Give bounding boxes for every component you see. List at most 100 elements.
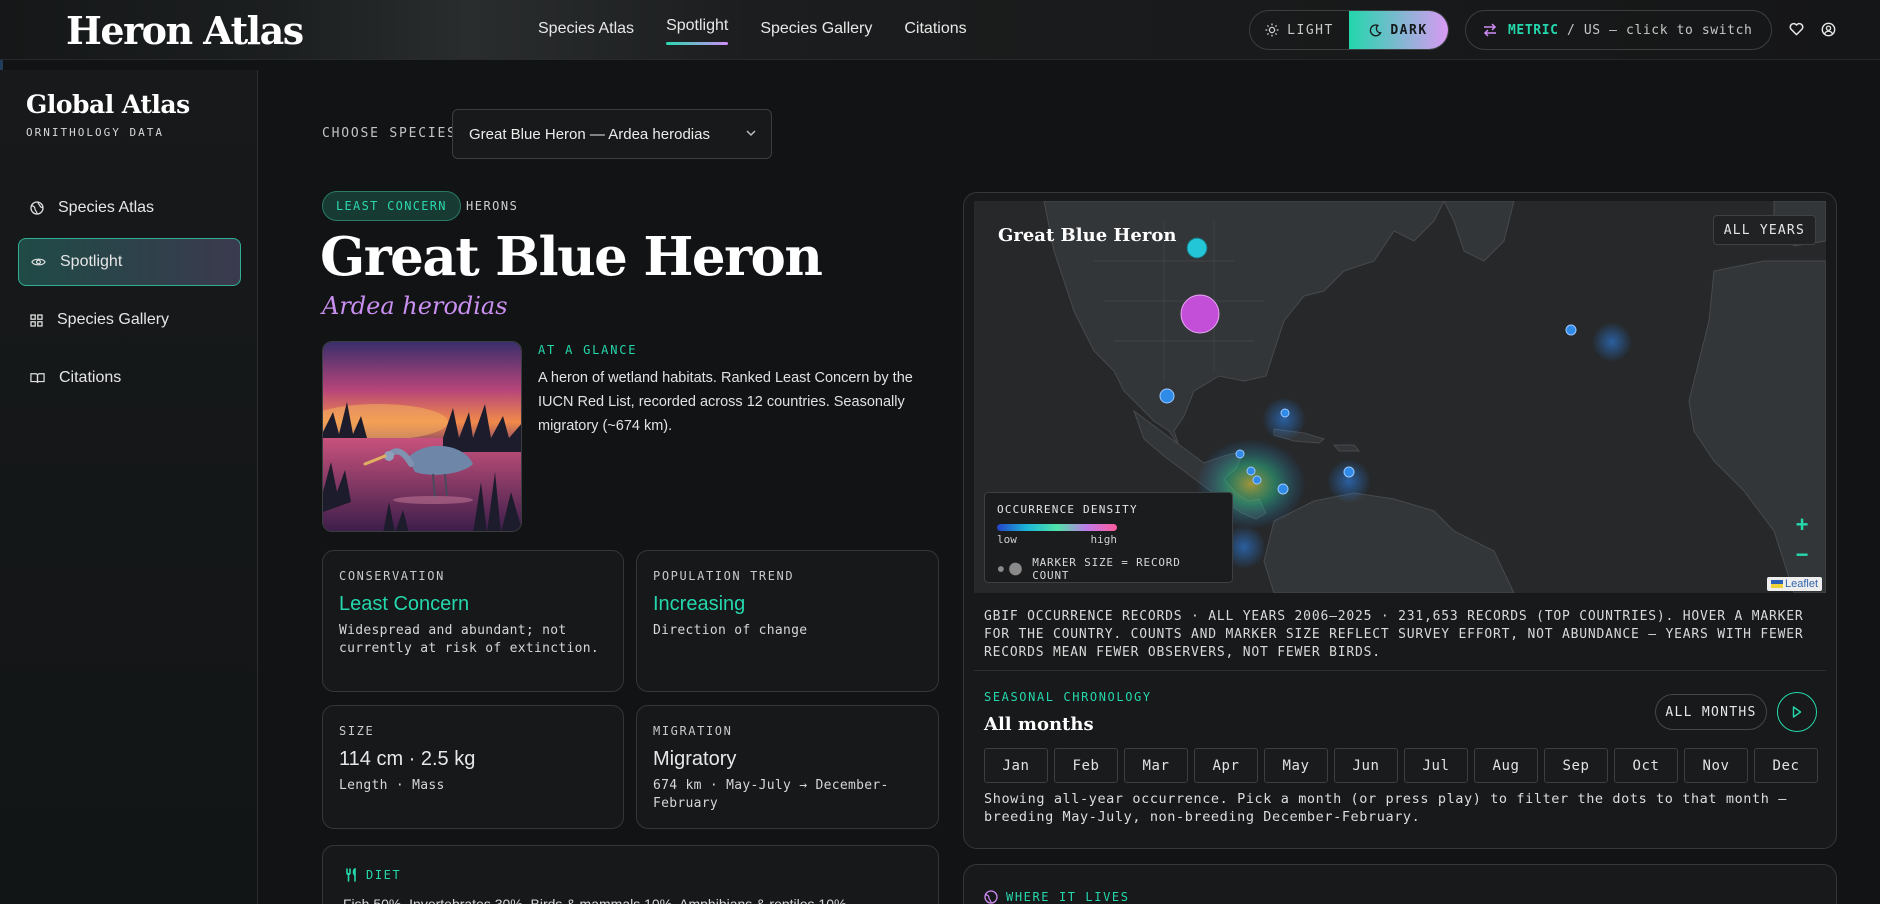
card-value: Migratory bbox=[653, 748, 737, 770]
legend-marker-size: MARKER SIZE = RECORD COUNT bbox=[997, 556, 1220, 582]
map-marker[interactable] bbox=[1186, 237, 1208, 259]
units-toggle[interactable]: METRIC / US — click to switch bbox=[1465, 10, 1772, 50]
card-value: Least Concern bbox=[339, 593, 470, 615]
map-panel: Great Blue Heron ALL YEARS OCCURRENCE DE… bbox=[963, 192, 1837, 849]
zoom-in-button[interactable]: + bbox=[1788, 511, 1816, 539]
play-icon bbox=[1792, 706, 1802, 718]
sidebar-subtitle: ORNITHOLOGY DATA bbox=[26, 126, 164, 139]
where-it-lives-panel: WHERE IT LIVES bbox=[963, 864, 1837, 904]
map-marker[interactable] bbox=[1277, 483, 1289, 495]
book-icon bbox=[30, 373, 45, 383]
grid-icon bbox=[30, 313, 43, 327]
legend-low: low bbox=[997, 533, 1017, 546]
sidebar: Global Atlas ORNITHOLOGY DATA Species At… bbox=[0, 70, 258, 904]
month-feb[interactable]: Feb bbox=[1054, 748, 1118, 783]
heron-image bbox=[323, 342, 521, 531]
theme-light-option[interactable]: LIGHT bbox=[1250, 11, 1349, 49]
map-marker[interactable] bbox=[1246, 466, 1256, 476]
all-months-button[interactable]: ALL MONTHS bbox=[1655, 694, 1767, 730]
map-caption: GBIF OCCURRENCE RECORDS · ALL YEARS 2006… bbox=[984, 609, 1804, 660]
sidebar-item-species-gallery[interactable]: Species Gallery bbox=[18, 296, 241, 344]
leaflet-attribution[interactable]: Leaflet bbox=[1766, 577, 1822, 591]
section-divider bbox=[974, 670, 1826, 671]
sidebar-item-citations[interactable]: Citations bbox=[18, 354, 241, 402]
account-button[interactable] bbox=[1818, 19, 1838, 39]
eye-icon bbox=[31, 258, 46, 266]
user-icon bbox=[1821, 22, 1835, 36]
species-photo bbox=[322, 341, 522, 532]
conservation-status-badge: LEAST CONCERN bbox=[322, 191, 461, 221]
sidebar-item-label: Species Gallery bbox=[57, 311, 170, 328]
month-aug[interactable]: Aug bbox=[1474, 748, 1538, 783]
globe-icon bbox=[984, 890, 998, 904]
occurrence-map[interactable]: Great Blue Heron ALL YEARS OCCURRENCE DE… bbox=[974, 201, 1826, 593]
units-hint: — click to switch bbox=[1609, 22, 1753, 38]
favorites-button[interactable] bbox=[1786, 19, 1806, 39]
theme-light-label: LIGHT bbox=[1287, 22, 1334, 38]
map-marker[interactable] bbox=[1180, 294, 1220, 334]
at-a-glance-label: AT A GLANCE bbox=[538, 343, 638, 357]
month-apr[interactable]: Apr bbox=[1194, 748, 1258, 783]
all-years-button[interactable]: ALL YEARS bbox=[1712, 215, 1816, 245]
legend-marker-text: MARKER SIZE = RECORD COUNT bbox=[1032, 556, 1181, 582]
month-nov[interactable]: Nov bbox=[1684, 748, 1748, 783]
top-bar: Heron Atlas Species Atlas Spotlight Spec… bbox=[0, 0, 1880, 60]
conservation-card: CONSERVATION Least Concern Widespread an… bbox=[322, 550, 624, 692]
sidebar-item-label: Citations bbox=[59, 369, 122, 386]
diet-label-text: DIET bbox=[366, 868, 402, 882]
play-button[interactable] bbox=[1777, 692, 1817, 732]
sun-icon bbox=[1265, 23, 1279, 37]
choose-species-label: CHOOSE SPECIES bbox=[322, 126, 457, 141]
legend-title: OCCURRENCE DENSITY bbox=[997, 503, 1138, 516]
map-marker[interactable] bbox=[1565, 324, 1577, 336]
where-it-lives-label: WHERE IT LIVES bbox=[984, 890, 1130, 904]
diet-label: DIET bbox=[345, 868, 401, 882]
units-separator: / bbox=[1567, 22, 1576, 38]
swap-icon bbox=[1483, 23, 1497, 37]
month-jan[interactable]: Jan bbox=[984, 748, 1048, 783]
species-select[interactable]: Great Blue Heron — Ardea herodias bbox=[452, 109, 772, 159]
card-description: Length · Mass bbox=[339, 778, 445, 793]
map-title: Great Blue Heron bbox=[998, 225, 1177, 246]
month-oct[interactable]: Oct bbox=[1614, 748, 1678, 783]
species-scientific-name: Ardea herodias bbox=[322, 292, 508, 320]
month-may[interactable]: May bbox=[1264, 748, 1328, 783]
sidebar-item-spotlight[interactable]: Spotlight bbox=[18, 238, 241, 286]
topnav-citations[interactable]: Citations bbox=[904, 0, 966, 60]
brand-logo[interactable]: Heron Atlas bbox=[66, 8, 304, 53]
month-mar[interactable]: Mar bbox=[1124, 748, 1188, 783]
map-marker[interactable] bbox=[1343, 466, 1355, 478]
topnav-spotlight[interactable]: Spotlight bbox=[666, 0, 729, 60]
zoom-controls: + − bbox=[1788, 511, 1816, 569]
theme-dark-option[interactable]: DARK bbox=[1349, 11, 1448, 49]
topnav-species-atlas[interactable]: Species Atlas bbox=[538, 0, 634, 60]
where-it-lives-text: WHERE IT LIVES bbox=[1006, 890, 1130, 904]
card-label: SIZE bbox=[339, 724, 375, 738]
sidebar-item-species-atlas[interactable]: Species Atlas bbox=[18, 184, 241, 232]
topnav-species-gallery[interactable]: Species Gallery bbox=[760, 0, 872, 60]
at-a-glance-text: A heron of wetland habitats. Ranked Leas… bbox=[538, 370, 913, 434]
month-buttons: Jan Feb Mar Apr May Jun Jul Aug Sep Oct … bbox=[984, 748, 1818, 783]
card-value: Increasing bbox=[653, 593, 746, 615]
map-marker[interactable] bbox=[1235, 449, 1245, 459]
species-common-name: Great Blue Heron bbox=[320, 226, 823, 288]
card-description: Widespread and abundant; not currently a… bbox=[339, 623, 600, 656]
seasonal-note: Showing all-year occurrence. Pick a mont… bbox=[984, 791, 1787, 825]
month-dec[interactable]: Dec bbox=[1754, 748, 1818, 783]
map-legend: OCCURRENCE DENSITY low high MARKER SIZE … bbox=[984, 492, 1233, 583]
seasonal-label: SEASONAL CHRONOLOGY bbox=[984, 690, 1152, 704]
sidebar-title: Global Atlas bbox=[26, 90, 190, 119]
map-marker[interactable] bbox=[1280, 408, 1290, 418]
card-value: 114 cm · 2.5 kg bbox=[339, 748, 476, 770]
map-marker[interactable] bbox=[1159, 388, 1175, 404]
size-card: SIZE 114 cm · 2.5 kg Length · Mass bbox=[322, 705, 624, 829]
month-jul[interactable]: Jul bbox=[1404, 748, 1468, 783]
card-label: POPULATION TREND bbox=[653, 569, 795, 583]
month-jun[interactable]: Jun bbox=[1334, 748, 1398, 783]
card-label: CONSERVATION bbox=[339, 569, 445, 583]
units-us: US bbox=[1583, 22, 1601, 38]
map-marker[interactable] bbox=[1252, 475, 1262, 485]
theme-dark-label: DARK bbox=[1390, 22, 1428, 38]
zoom-out-button[interactable]: − bbox=[1788, 541, 1816, 569]
month-sep[interactable]: Sep bbox=[1544, 748, 1608, 783]
